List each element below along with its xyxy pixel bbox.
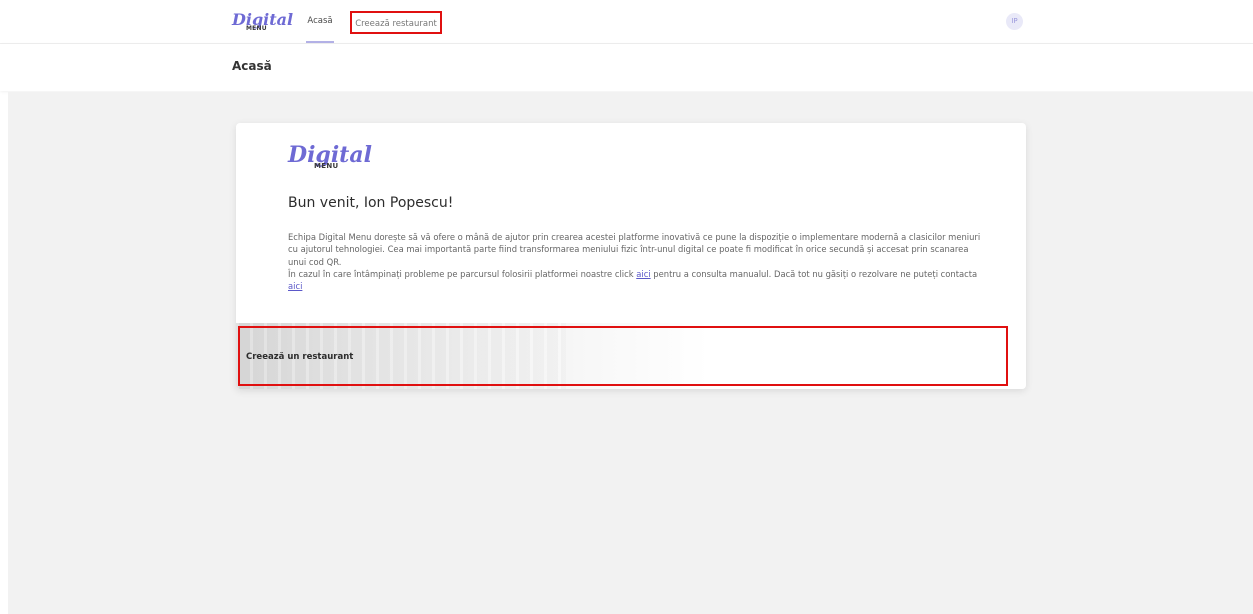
intro-paragraph-2: În cazul în care întâmpinați probleme pe… bbox=[288, 268, 988, 293]
intro-p2-middle: pentru a consulta manualul. Dacă tot nu … bbox=[650, 268, 978, 279]
intro-text: Echipa Digital Menu dorește să vă ofere … bbox=[288, 231, 988, 292]
card-logo: Digital MENU bbox=[288, 144, 372, 170]
create-restaurant-label: Creează un restaurant bbox=[246, 352, 354, 362]
card-logo-subtext: MENU bbox=[314, 162, 339, 170]
logo[interactable]: Digital MENU bbox=[232, 12, 293, 32]
page-header: Acasă bbox=[0, 44, 1253, 91]
top-navbar: Digital MENU Acasă Creează restaurant IP bbox=[0, 0, 1253, 44]
create-restaurant-banner[interactable]: Creează un restaurant bbox=[236, 323, 1026, 389]
page-title: Acasă bbox=[232, 59, 272, 73]
contact-link[interactable]: aici bbox=[288, 281, 302, 291]
intro-p2-before: În cazul în care întâmpinați probleme pe… bbox=[288, 268, 637, 279]
logo-subtext: MENU bbox=[246, 25, 267, 32]
user-avatar[interactable]: IP bbox=[1006, 13, 1023, 30]
nav-create-restaurant-link[interactable]: Creează restaurant bbox=[350, 11, 442, 34]
welcome-heading: Bun venit, Ion Popescu! bbox=[288, 195, 454, 211]
nav-home-link[interactable]: Acasă bbox=[306, 0, 334, 43]
welcome-card: Digital MENU Bun venit, Ion Popescu! Ech… bbox=[236, 123, 1026, 389]
intro-paragraph-1: Echipa Digital Menu dorește să vă ofere … bbox=[288, 232, 981, 267]
manual-link[interactable]: aici bbox=[636, 269, 650, 279]
